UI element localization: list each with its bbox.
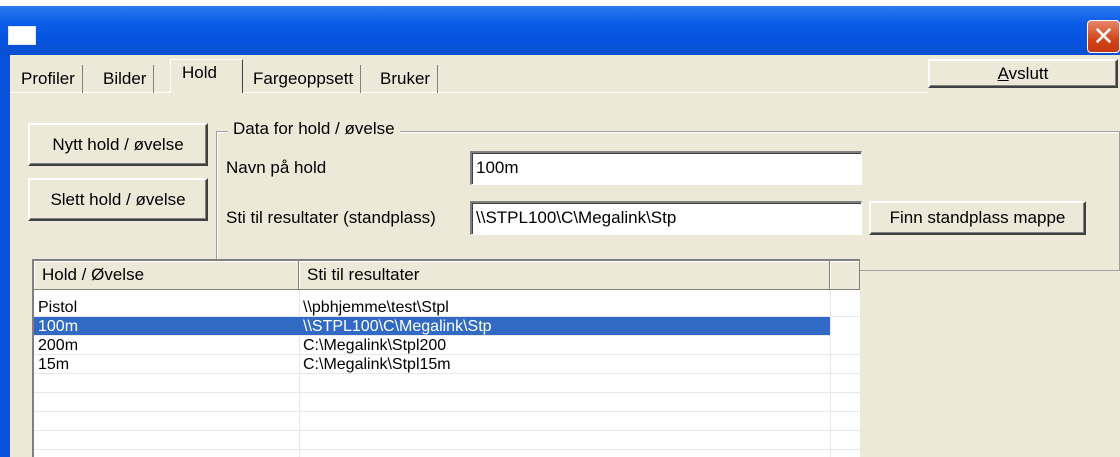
row-hold: 100m	[38, 318, 79, 335]
exit-button-label: Avslutt	[997, 64, 1049, 83]
column-header-filler	[830, 261, 860, 290]
tab-label: Bruker	[380, 69, 431, 88]
row-path: \\STPL100\C\Megalink\Stp	[303, 318, 492, 335]
name-input-value: 100m	[476, 158, 519, 177]
hold-list[interactable]: Hold / Øvelse Sti til resultater Pistol …	[32, 259, 860, 457]
row-path: C:\Megalink\Stpl200	[303, 337, 447, 354]
table-row-selected[interactable]: 100m \\STPL100\C\Megalink\Stp	[34, 317, 830, 336]
row-path: C:\Megalink\Stpl15m	[303, 356, 451, 373]
group-legend: Data for hold / øvelse	[228, 119, 400, 139]
column-header-hold[interactable]: Hold / Øvelse	[34, 261, 299, 290]
column-header-label: Sti til resultater	[307, 265, 420, 284]
empty-row	[34, 431, 860, 450]
exit-button[interactable]: Avslutt	[928, 59, 1118, 88]
find-folder-label: Finn standplass mappe	[889, 208, 1066, 227]
tab-label: Fargeoppsett	[253, 69, 354, 88]
window-icon	[8, 26, 36, 45]
empty-row	[34, 412, 860, 431]
list-header: Hold / Øvelse Sti til resultater	[34, 261, 860, 290]
tab-label: Hold	[182, 63, 217, 82]
tab-fargeoppsett[interactable]: Fargeoppsett	[246, 65, 362, 93]
tab-bruker[interactable]: Bruker	[373, 65, 439, 93]
empty-row	[34, 374, 860, 393]
path-label: Sti til resultater (standplass)	[226, 208, 436, 227]
empty-row	[34, 393, 860, 412]
delete-hold-button[interactable]: Slett hold / øvelse	[28, 178, 208, 221]
close-icon: ✕	[1092, 21, 1115, 51]
name-label: Navn på hold	[226, 158, 327, 177]
delete-hold-label: Slett hold / øvelse	[50, 190, 186, 209]
name-input[interactable]: 100m	[470, 151, 862, 185]
find-folder-button[interactable]: Finn standplass mappe	[869, 201, 1086, 235]
new-hold-label: Nytt hold / øvelse	[52, 135, 184, 154]
client-area: Profiler Bilder Hold Fargeoppsett Bruker…	[10, 55, 1120, 457]
table-row[interactable]: Pistol \\pbhjemme\test\Stpl	[34, 298, 860, 317]
row-path: \\pbhjemme\test\Stpl	[303, 299, 449, 316]
tab-bilder[interactable]: Bilder	[96, 65, 155, 93]
table-row[interactable]: 15m C:\Megalink\Stpl15m	[34, 355, 860, 374]
close-button[interactable]: ✕	[1087, 20, 1120, 53]
app-window: ✕ Profiler Bilder Hold Fargeoppsett Bruk…	[0, 0, 1120, 457]
row-hold: Pistol	[38, 299, 78, 316]
tab-label: Bilder	[103, 69, 147, 88]
row-hold: 200m	[38, 337, 79, 354]
column-header-path[interactable]: Sti til resultater	[299, 261, 830, 290]
row-hold: 15m	[38, 356, 70, 373]
tab-profiler[interactable]: Profiler	[14, 65, 83, 93]
tab-hold[interactable]: Hold	[170, 59, 243, 93]
title-bar[interactable]: ✕	[0, 6, 1120, 55]
path-input[interactable]: \\STPL100\C\Megalink\Stp	[470, 201, 862, 235]
new-hold-button[interactable]: Nytt hold / øvelse	[28, 123, 208, 166]
column-header-label: Hold / Øvelse	[42, 265, 145, 284]
tab-label: Profiler	[21, 69, 75, 88]
table-row[interactable]: 200m C:\Megalink\Stpl200	[34, 336, 860, 355]
path-input-value: \\STPL100\C\Megalink\Stp	[476, 208, 677, 227]
